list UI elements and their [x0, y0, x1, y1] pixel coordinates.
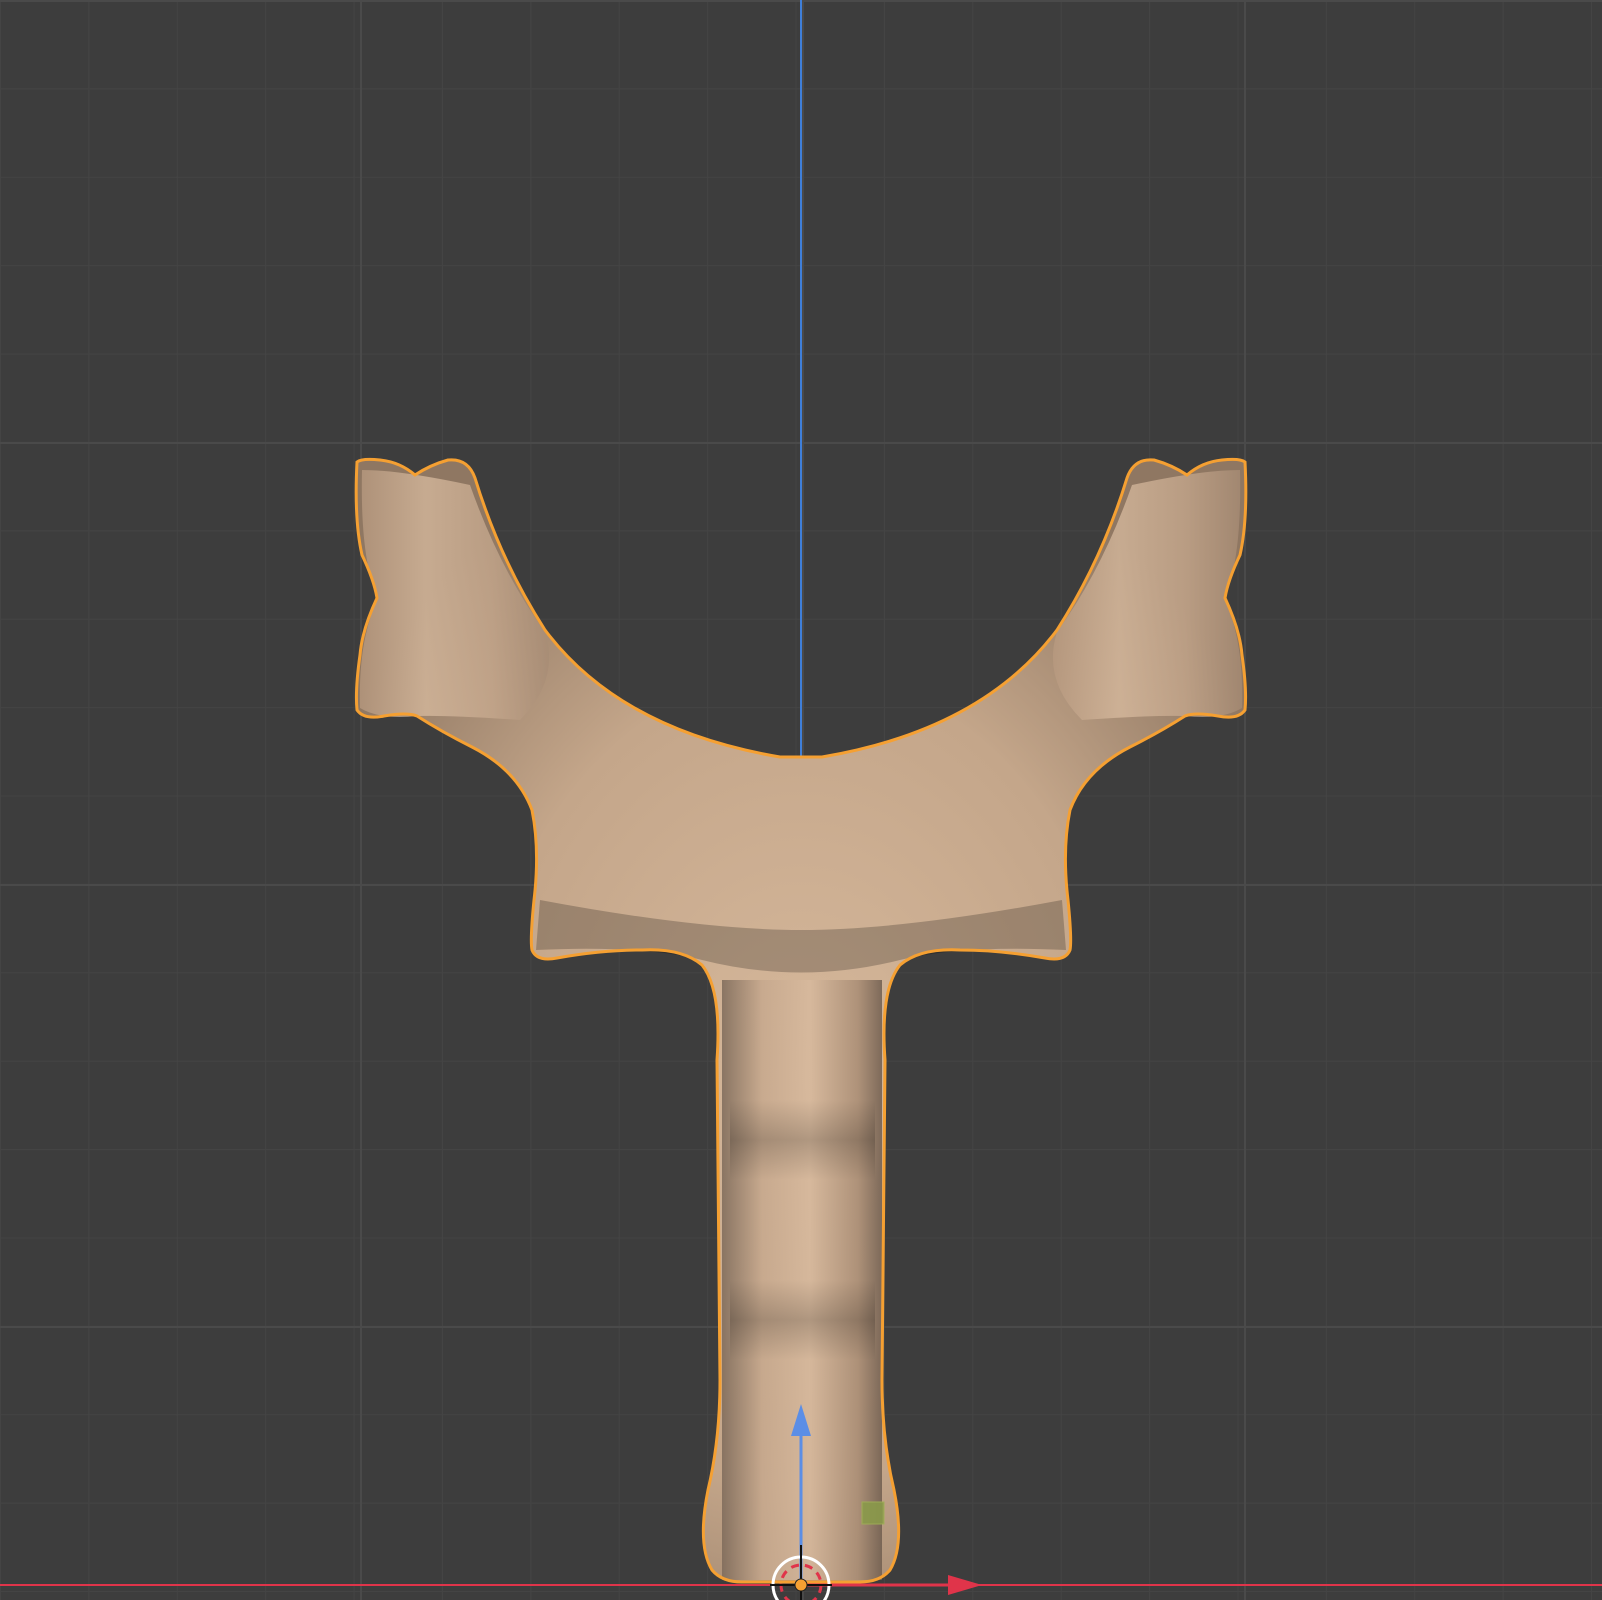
- origin-dot: [794, 1578, 808, 1592]
- grip-band: [730, 1280, 875, 1360]
- gizmo-x-arrow-head[interactable]: [948, 1575, 982, 1595]
- light-marker-icon[interactable]: [861, 1501, 885, 1525]
- viewport-scene[interactable]: [0, 0, 1602, 1600]
- 3d-viewport[interactable]: [0, 0, 1602, 1600]
- grip-band: [730, 1100, 875, 1180]
